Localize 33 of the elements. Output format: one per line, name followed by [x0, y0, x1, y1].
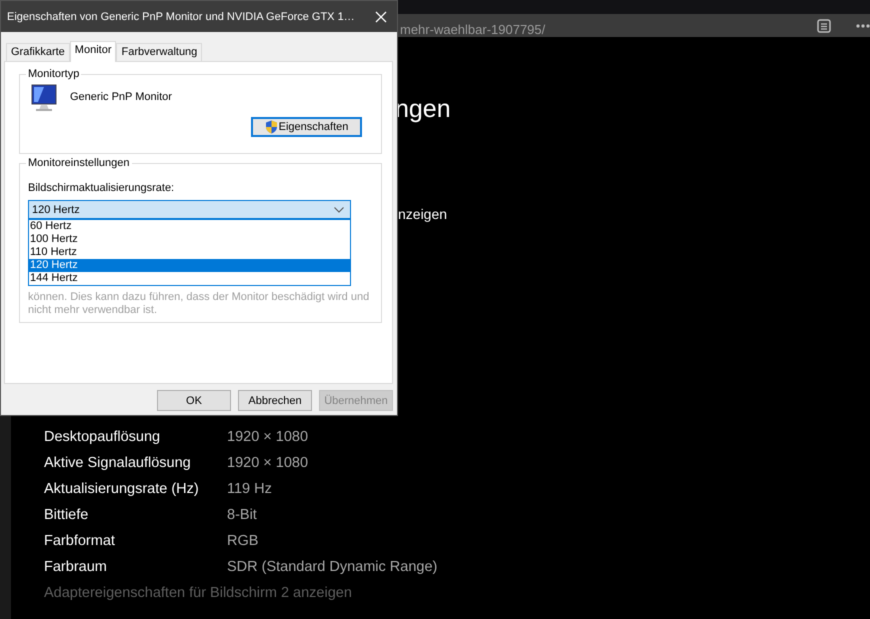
dropdown-option[interactable]: 144 Hertz: [29, 272, 350, 285]
info-label: Aktualisierungsrate (Hz): [44, 481, 200, 497]
tab[interactable]: Grafikkarte: [6, 43, 70, 61]
info-label: Farbformat: [44, 533, 116, 549]
warning-text: können. Dies kann dazu führen, dass der Monitor beschädigt wird und: [28, 291, 370, 304]
info-value: RGB: [227, 533, 258, 549]
properties-button[interactable]: Eigenschaften: [251, 117, 362, 137]
info-label: Aktive Signalauflösung: [44, 455, 192, 471]
tab[interactable]: Monitor: [70, 41, 116, 62]
info-value: 8-Bit: [227, 507, 257, 523]
info-label: Farbraum: [44, 559, 108, 575]
group-legend: Monitortyp: [26, 68, 82, 80]
dialog-button[interactable]: Abbrechen: [238, 390, 312, 411]
info-value: 1920 × 1080: [227, 429, 308, 445]
info-value: 1920 × 1080: [227, 455, 308, 471]
info-value: 119 Hz: [227, 481, 272, 497]
tab[interactable]: Farbverwaltung: [116, 43, 202, 61]
monitor-name: Generic PnP Monitor: [70, 91, 172, 103]
dropdown-option[interactable]: 110 Hertz: [29, 246, 350, 259]
dialog-button[interactable]: OK: [157, 390, 231, 411]
window-title: Eigenschaften von Generic PnP Monitor und NVIDIA GeForce GTX 1…: [7, 10, 355, 22]
group-legend: Monitoreinstellungen: [26, 157, 132, 169]
dropdown-option[interactable]: 100 Hertz: [29, 233, 350, 246]
settings-link[interactable]: nzeigen: [398, 206, 448, 222]
dropdown-option[interactable]: 120 Hertz: [29, 259, 350, 272]
warning-text: nicht mehr verwendbar ist.: [28, 304, 158, 317]
rate-label: Bildschirmaktualisierungsrate:: [28, 182, 176, 194]
info-label: Bittiefe: [44, 507, 90, 523]
info-value: SDR (Standard Dynamic Range): [227, 559, 438, 575]
dropdown-option[interactable]: 60 Hertz: [29, 220, 350, 233]
info-label: Desktopauflösung: [44, 429, 162, 445]
url-text: mehr-waehlbar-1907795/: [400, 22, 546, 37]
refresh-rate-dropdown[interactable]: 120 Hertz: [28, 200, 351, 219]
